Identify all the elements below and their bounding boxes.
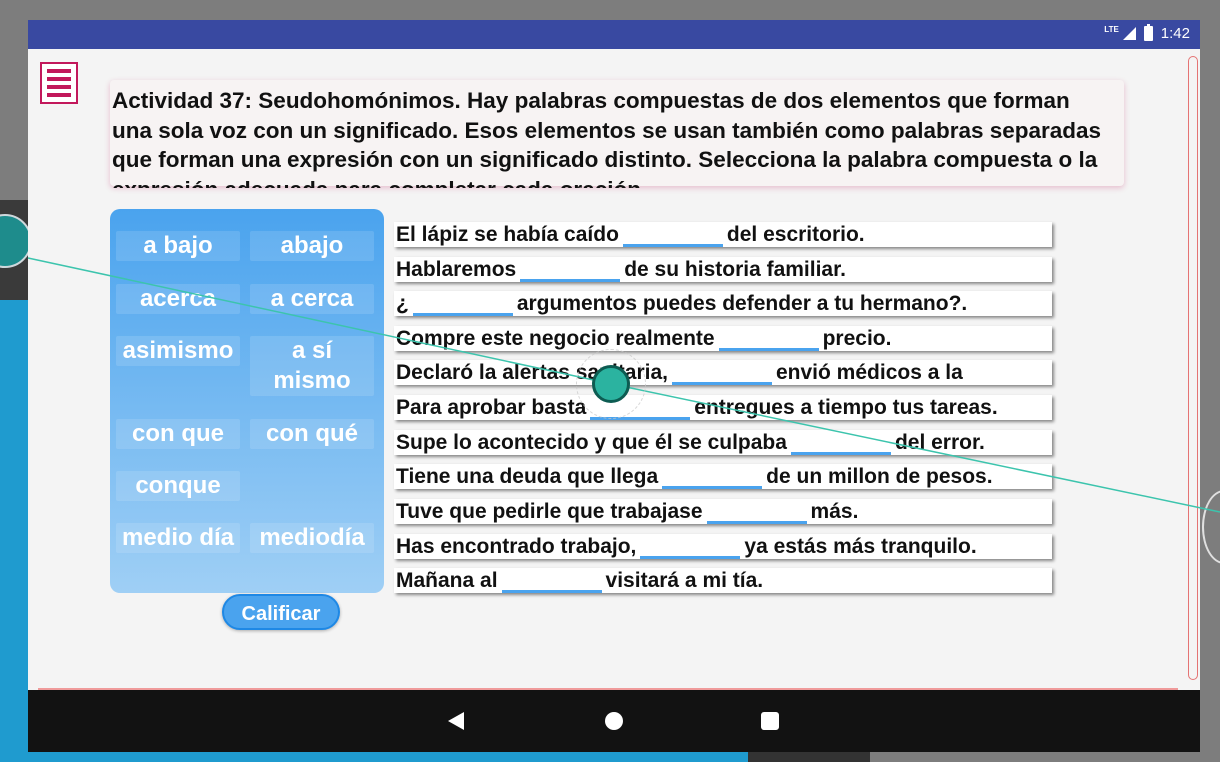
word-bank: a bajo abajo acerca a cerca asimismo a s… <box>110 209 384 593</box>
background-dark-bottom <box>748 752 870 762</box>
answer-blank[interactable] <box>501 570 602 593</box>
touch-point-icon <box>592 365 630 403</box>
answer-blank[interactable] <box>672 362 772 385</box>
sentence-row: Hablaremos de su historia familiar. <box>394 257 1052 282</box>
word-option[interactable]: mediodía <box>250 523 374 553</box>
sentence-row: Mañana al visitará a mi tía. <box>394 568 1052 593</box>
word-option[interactable]: medio día <box>116 523 240 553</box>
sentence-row: Tiene una deuda que llega de un millon de… <box>394 464 1052 489</box>
signal-icon <box>1122 27 1136 40</box>
word-option[interactable]: con qué <box>250 419 374 449</box>
word-option[interactable]: conque <box>116 471 240 501</box>
sentence-row: ¿ argumentos puedes defender a tu hermano… <box>394 291 1052 316</box>
home-icon[interactable] <box>605 712 623 730</box>
answer-blank[interactable] <box>622 224 723 247</box>
answer-blank[interactable] <box>662 466 763 489</box>
instructions-text: Actividad 37: Seudohomónimos. Hay palabr… <box>112 88 1102 188</box>
answer-blank[interactable] <box>718 328 819 351</box>
answer-blank[interactable] <box>790 432 891 455</box>
word-option[interactable]: asimismo <box>116 336 240 366</box>
network-label: LTE <box>1104 25 1119 34</box>
answer-blank[interactable] <box>706 501 807 524</box>
sentence-row: Compre este negocio realmente precio. <box>394 326 1052 351</box>
answer-blank[interactable] <box>412 293 513 316</box>
sentence-row: El lápiz se había caído del escritorio. <box>394 222 1052 247</box>
word-option[interactable]: abajo <box>250 231 374 261</box>
answer-blank[interactable] <box>640 536 741 559</box>
navigation-bar <box>28 690 1200 752</box>
sentence-row: Has encontrado trabajo, ya estás más tran… <box>394 534 1052 559</box>
word-option[interactable]: a cerca <box>250 284 374 314</box>
touch-indicator-right <box>1202 490 1220 564</box>
menu-icon[interactable] <box>40 62 78 104</box>
word-option[interactable]: con que <box>116 419 240 449</box>
scrollbar[interactable] <box>1188 56 1198 680</box>
sentence-row: Declaró la alertas sanitaria, envió médic… <box>394 360 1052 385</box>
grade-button[interactable]: Calificar <box>222 594 340 630</box>
battery-icon <box>1143 24 1153 41</box>
word-option[interactable]: acerca <box>116 284 240 314</box>
word-option[interactable]: a sí mismo <box>250 336 374 396</box>
recent-apps-icon[interactable] <box>761 712 779 730</box>
status-bar: LTE 1:42 <box>28 20 1200 49</box>
sentence-row: Tuve que pedirle que trabajase más. <box>394 499 1052 524</box>
word-option[interactable]: a bajo <box>116 231 240 261</box>
sentence-row: Supe lo acontecido y que él se culpaba de… <box>394 430 1052 455</box>
sentence-row: Para aprobar basta entregues a tiempo tus… <box>394 395 1052 420</box>
answer-blank[interactable] <box>520 259 621 282</box>
status-time: 1:42 <box>1160 25 1190 42</box>
back-icon[interactable] <box>448 712 464 730</box>
